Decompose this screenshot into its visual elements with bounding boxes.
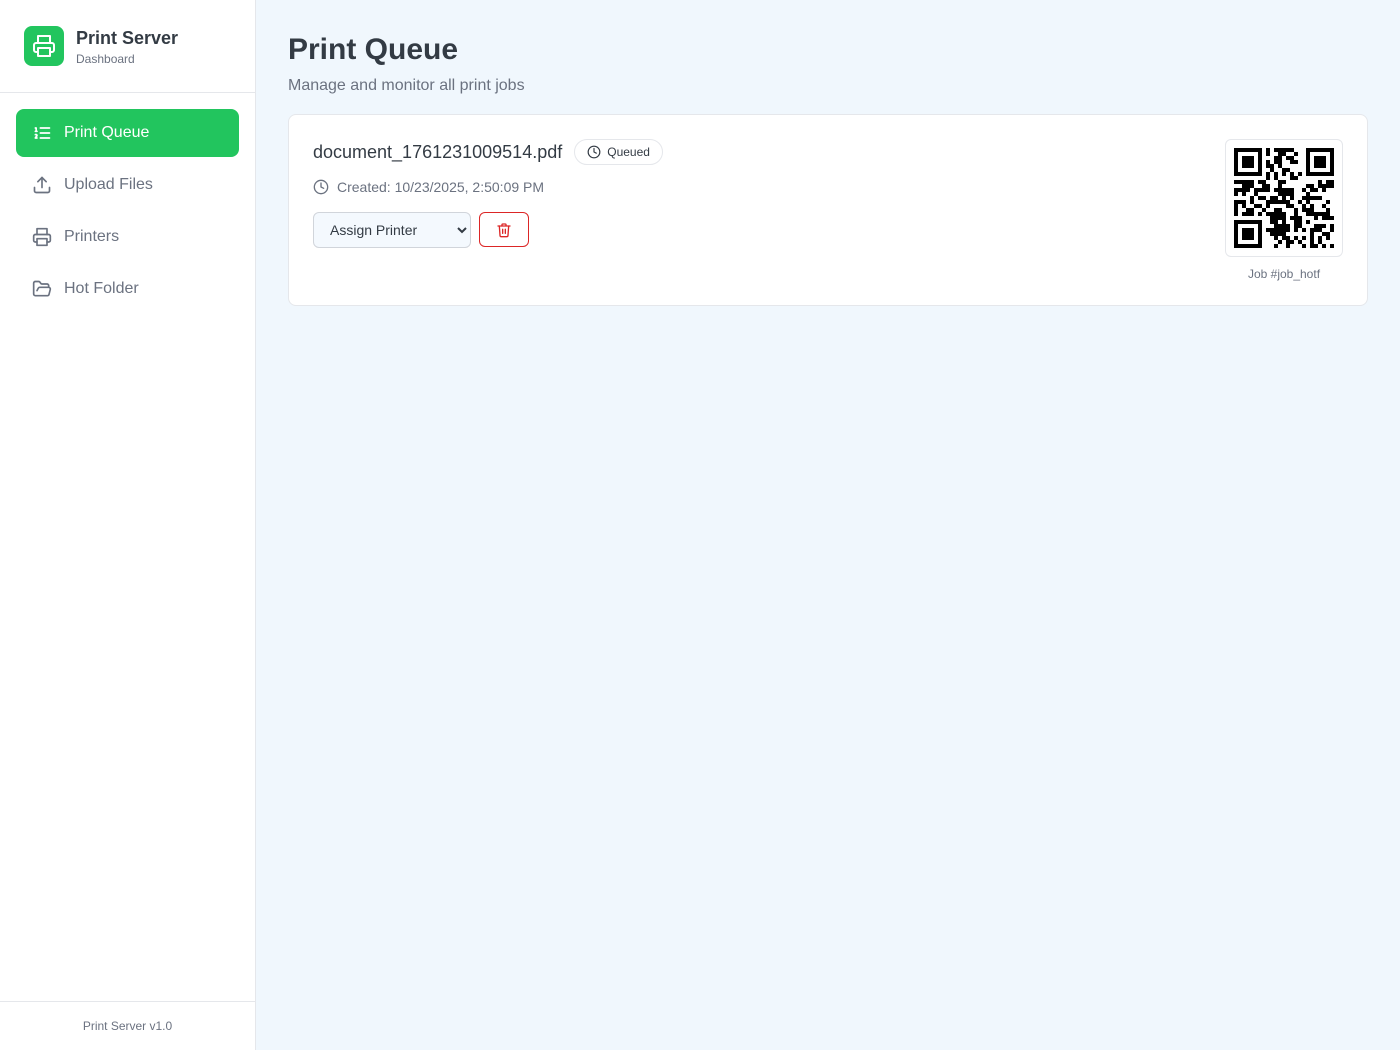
- brand-header: Print Server Dashboard: [0, 0, 255, 93]
- page-subtitle: Manage and monitor all print jobs: [288, 77, 525, 94]
- assign-printer-select[interactable]: Assign Printer: [313, 212, 471, 248]
- sidebar-item-label: Print Queue: [64, 124, 150, 141]
- folder-open-icon: [32, 279, 52, 299]
- qr-code-icon: [1234, 148, 1334, 248]
- job-created-time: Created: 10/23/2025, 2:50:09 PM: [337, 179, 545, 195]
- main-content: Print Queue Manage and monitor all print…: [256, 0, 1400, 1050]
- status-badge-label: Queued: [607, 145, 650, 159]
- job-card: document_1761231009514.pdf Queued Create…: [288, 114, 1368, 306]
- app-title: Print Server: [76, 27, 179, 48]
- list-ordered-icon: [32, 123, 52, 143]
- job-id-label: Job #job_hotf: [1247, 267, 1321, 281]
- sidebar-nav: Print Queue Upload Files Printers Hot Fo…: [0, 93, 255, 1001]
- sidebar-item-label: Hot Folder: [64, 280, 139, 297]
- status-badge: Queued: [574, 139, 663, 165]
- sidebar-item-upload-files[interactable]: Upload Files: [16, 161, 239, 209]
- sidebar-item-print-queue[interactable]: Print Queue: [16, 109, 239, 157]
- clock-icon: [313, 179, 329, 195]
- sidebar-item-label: Printers: [64, 228, 120, 245]
- sidebar: Print Server Dashboard Print Queue Uploa…: [0, 0, 256, 1050]
- printer-icon: [32, 227, 52, 247]
- job-filename: document_1761231009514.pdf: [313, 141, 563, 162]
- sidebar-item-label: Upload Files: [64, 176, 153, 193]
- sidebar-item-hot-folder[interactable]: Hot Folder: [16, 265, 239, 313]
- sidebar-item-printers[interactable]: Printers: [16, 213, 239, 261]
- trash-icon: [496, 222, 512, 238]
- page-title: Print Queue: [288, 33, 459, 66]
- clock-icon: [587, 145, 601, 159]
- app-subtitle: Dashboard: [76, 51, 135, 66]
- upload-icon: [32, 175, 52, 195]
- sidebar-footer: Print Server v1.0: [0, 1001, 255, 1050]
- delete-job-button[interactable]: [479, 212, 529, 247]
- printer-logo-icon: [24, 26, 64, 66]
- qr-code: [1225, 139, 1343, 257]
